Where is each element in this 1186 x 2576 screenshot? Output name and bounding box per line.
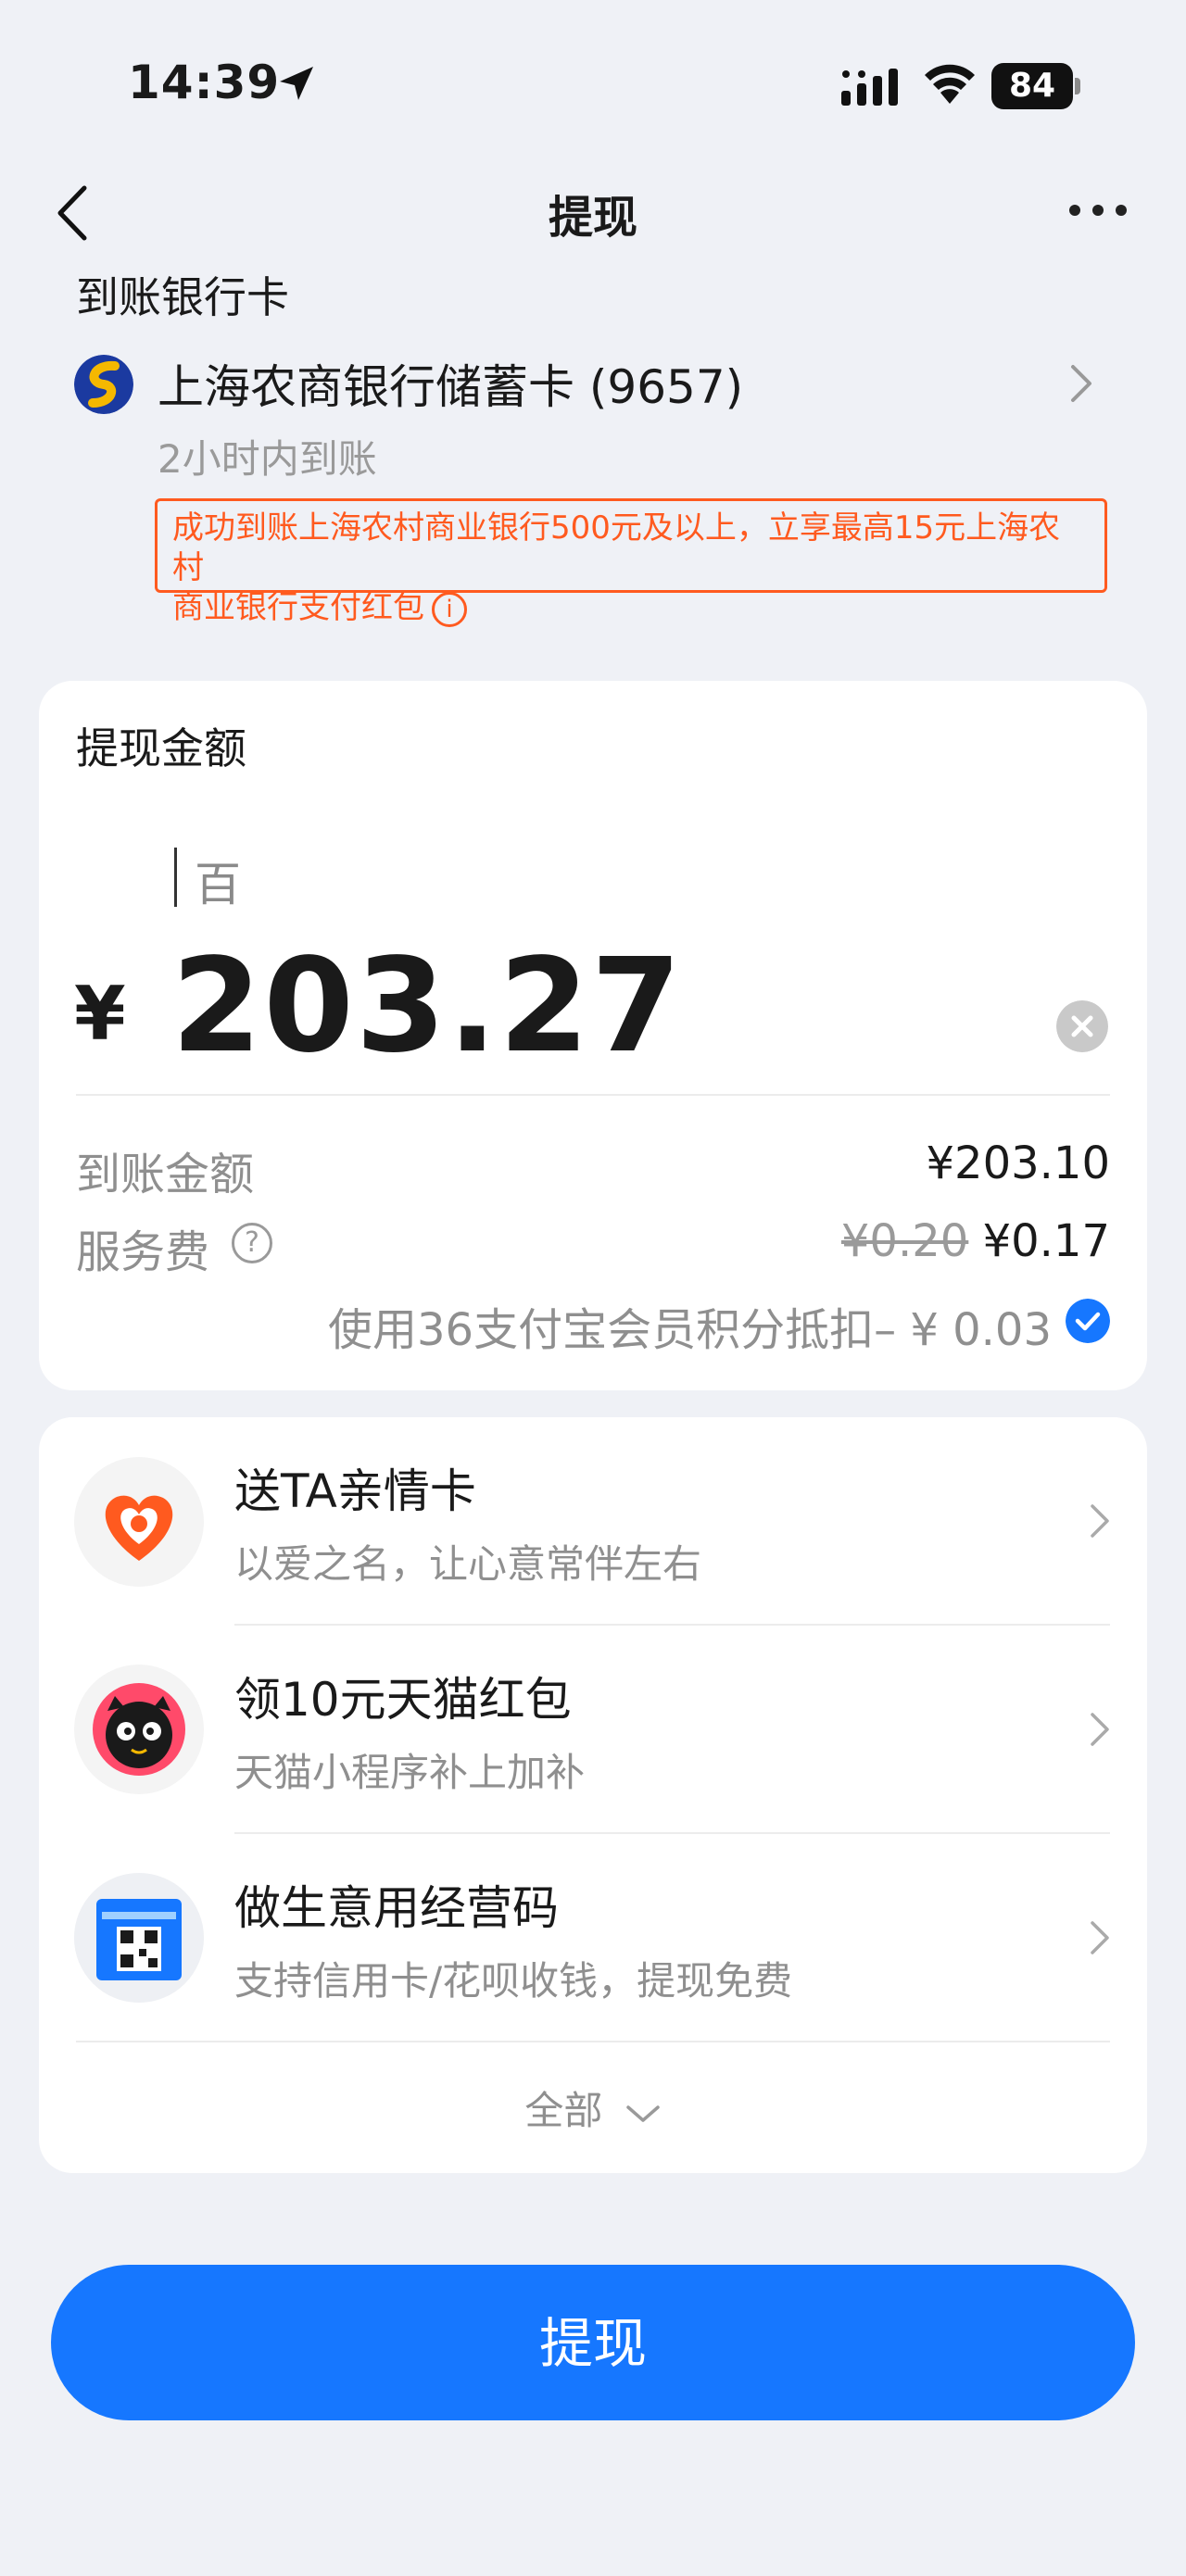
expand-all-button[interactable]: 全部 (0, 2080, 1186, 2136)
points-deduction-text: 使用36支付宝会员积分抵扣– ¥ 0.03 (327, 1304, 1052, 1356)
service-item-family-card[interactable] (39, 1422, 1147, 1626)
wifi-icon (925, 64, 975, 104)
tmall-cat-icon (74, 1665, 204, 1794)
location-arrow-icon (280, 67, 313, 100)
service-subtitle: 支持信用卡/花呗收钱，提现免费 (234, 1958, 793, 2004)
arrival-time: 2小时内到账 (158, 436, 377, 482)
fee-label: 服务费 (76, 1226, 210, 1278)
service-item-business-code[interactable] (39, 1837, 1147, 2042)
qr-code-icon (74, 1873, 204, 2003)
service-subtitle: 天猫小程序补上加补 (234, 1750, 586, 1795)
bank-name: 上海农商银行储蓄卡 (9657) (158, 360, 744, 414)
bank-section-label: 到账银行卡 (76, 272, 289, 322)
divider (76, 1094, 1110, 1096)
amount-input[interactable]: 203.27 (171, 931, 683, 1082)
page-title: 提现 (548, 192, 637, 244)
clear-button[interactable] (1056, 1000, 1108, 1052)
help-icon[interactable]: ? (232, 1223, 272, 1263)
battery-cap (1075, 78, 1080, 94)
withdraw-button[interactable]: 提现 (51, 2265, 1135, 2420)
promo-text-line2: 商业银行支付红包 (172, 589, 424, 626)
chevron-down-icon (625, 2105, 660, 2122)
heart-card-icon (74, 1457, 204, 1587)
divider (234, 1624, 1110, 1626)
cellular-signal-icon (841, 69, 898, 106)
arrival-amount-label: 到账金额 (76, 1149, 255, 1200)
promo-banner[interactable]: 成功到账上海农村商业银行500元及以上，立享最高15元上海农村 商业银行支付红包… (155, 498, 1107, 627)
bank-logo-icon (74, 355, 133, 414)
chevron-right-icon (1091, 1713, 1109, 1746)
expand-label: 全部 (524, 2088, 603, 2133)
fee-value: ¥0.17 (982, 1215, 1110, 1267)
battery-indicator: 84 (991, 63, 1073, 109)
service-item-tmall[interactable] (39, 1628, 1147, 1834)
service-title: 送TA亲情卡 (234, 1464, 476, 1518)
chevron-right-icon (1071, 365, 1091, 402)
divider (234, 1832, 1110, 1834)
status-time: 14:39 (128, 56, 281, 109)
input-cursor (174, 848, 177, 907)
service-title: 做生意用经营码 (234, 1881, 559, 1935)
fee-values: ¥0.20 ¥0.17 (841, 1215, 1110, 1267)
info-icon[interactable]: i (432, 591, 467, 627)
service-subtitle: 以爱之名，让心意常伴左右 (234, 1541, 702, 1587)
promo-text-line1: 成功到账上海农村商业银行500元及以上，立享最高15元上海农村 (172, 509, 1061, 586)
checkbox-checked-icon[interactable] (1066, 1299, 1110, 1343)
chevron-right-icon (1091, 1921, 1109, 1954)
back-button[interactable] (51, 181, 97, 245)
more-button[interactable] (1066, 190, 1130, 231)
fee-original: ¥0.20 (840, 1215, 969, 1267)
divider (76, 2041, 1110, 2042)
service-title: 领10元天猫红包 (234, 1673, 572, 1727)
unit-hint: 百 (195, 858, 241, 911)
chevron-right-icon (1091, 1504, 1109, 1538)
arrival-amount-value: ¥203.10 (926, 1137, 1111, 1189)
currency-symbol: ¥ (74, 971, 126, 1057)
amount-label: 提现金额 (76, 723, 246, 773)
